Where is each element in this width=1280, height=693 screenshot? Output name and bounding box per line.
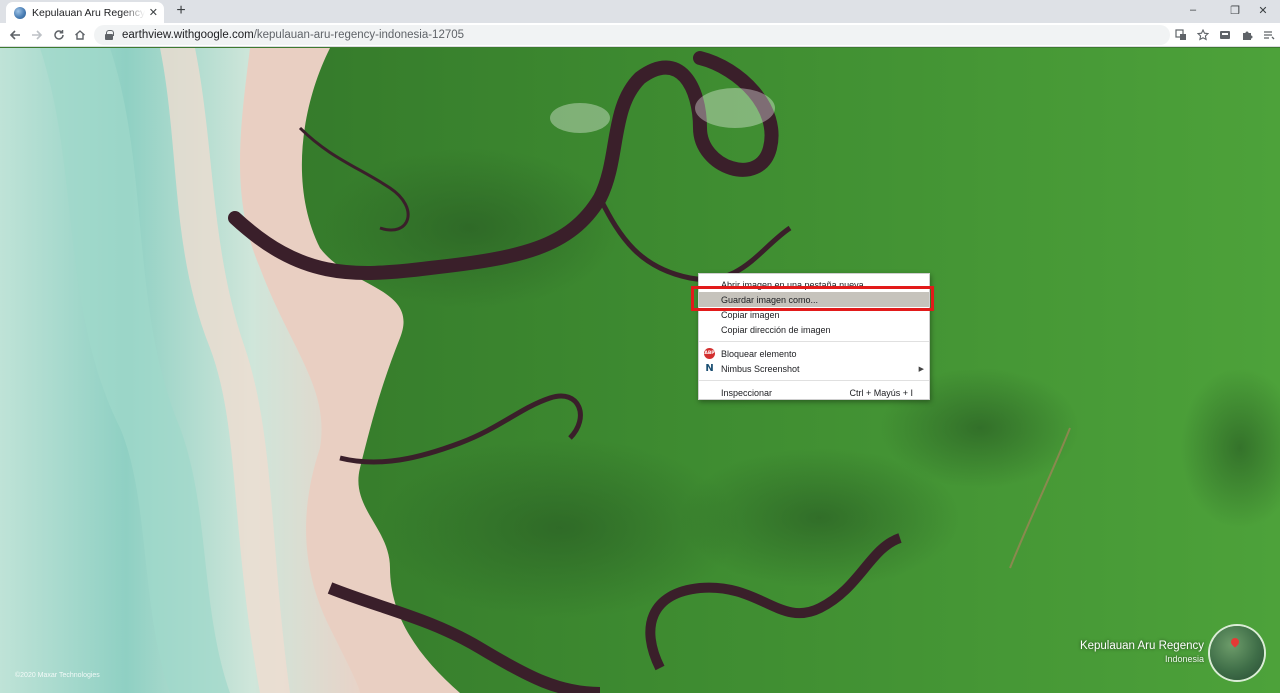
menu-copy-image[interactable]: Copiar imagen bbox=[699, 307, 929, 322]
new-tab-button[interactable]: + bbox=[172, 2, 190, 20]
browser-tab[interactable]: Kepulauan Aru Regency, Indonesia ✕ bbox=[6, 2, 164, 23]
browser-toolbar: earthview.withgoogle.com/kepulauan-aru-r… bbox=[0, 23, 1280, 47]
globe-map-icon[interactable] bbox=[1210, 626, 1264, 680]
earth-view-image[interactable]: Kepulauan Aru Regency Indonesia ©2020 Ma… bbox=[0, 48, 1280, 693]
minimize-button[interactable]: – bbox=[1176, 0, 1210, 20]
reload-button[interactable] bbox=[50, 26, 68, 44]
adblock-icon: ABP bbox=[704, 348, 715, 359]
copyright-text: ©2020 Maxar Technologies bbox=[15, 672, 100, 679]
reload-icon bbox=[54, 30, 64, 40]
url-text: earthview.withgoogle.com/kepulauan-aru-r… bbox=[122, 29, 464, 41]
close-window-button[interactable]: ✕ bbox=[1246, 0, 1280, 20]
reading-list-icon[interactable] bbox=[1262, 28, 1276, 42]
back-button[interactable] bbox=[6, 26, 24, 44]
extension-area bbox=[1174, 27, 1280, 43]
satellite-image bbox=[0, 48, 1280, 693]
arrow-right-icon bbox=[32, 30, 43, 40]
context-menu: Abrir imagen en una pestaña nueva Guarda… bbox=[698, 273, 930, 400]
home-button[interactable] bbox=[71, 26, 89, 44]
home-icon bbox=[75, 30, 85, 40]
forward-button[interactable] bbox=[28, 26, 46, 44]
address-bar[interactable]: earthview.withgoogle.com/kepulauan-aru-r… bbox=[94, 25, 1170, 45]
menu-nimbus-screenshot[interactable]: N Nimbus Screenshot ▶ bbox=[699, 361, 929, 376]
menu-block-element[interactable]: ABP Bloquear elemento bbox=[699, 346, 929, 361]
url-path: /kepulauan-aru-regency-indonesia-12705 bbox=[253, 29, 465, 41]
menu-copy-image-address[interactable]: Copiar dirección de imagen bbox=[699, 322, 929, 337]
menu-inspect[interactable]: Inspeccionar Ctrl + Mayús + I bbox=[699, 385, 929, 400]
tab-strip: Kepulauan Aru Regency, Indonesia ✕ + – ❐… bbox=[0, 0, 1280, 23]
inspect-shortcut: Ctrl + Mayús + I bbox=[849, 387, 913, 398]
lock-icon bbox=[104, 30, 114, 40]
tab-close-icon[interactable]: ✕ bbox=[149, 6, 158, 19]
menu-separator bbox=[699, 380, 929, 381]
puzzle-icon[interactable] bbox=[1240, 28, 1254, 42]
menu-open-image-new-tab[interactable]: Abrir imagen en una pestaña nueva bbox=[699, 277, 929, 292]
tab-title: Kepulauan Aru Regency, Indonesia bbox=[32, 6, 145, 19]
translate-icon[interactable] bbox=[1174, 28, 1188, 42]
location-caption: Kepulauan Aru Regency Indonesia bbox=[1080, 640, 1204, 664]
map-pin-icon bbox=[1229, 636, 1241, 648]
earth-favicon-icon bbox=[14, 6, 26, 19]
star-icon[interactable] bbox=[1196, 28, 1210, 42]
menu-save-image-as[interactable]: Guardar imagen como... bbox=[699, 292, 929, 307]
country-name: Indonesia bbox=[1164, 654, 1204, 664]
menu-separator bbox=[699, 341, 929, 342]
extension-icon[interactable] bbox=[1218, 28, 1232, 42]
url-domain: earthview.withgoogle.com bbox=[122, 29, 254, 41]
arrow-left-icon bbox=[9, 30, 20, 40]
nimbus-icon: N bbox=[704, 363, 715, 374]
submenu-arrow-icon: ▶ bbox=[918, 365, 924, 373]
location-name: Kepulauan Aru Regency bbox=[1079, 640, 1204, 652]
